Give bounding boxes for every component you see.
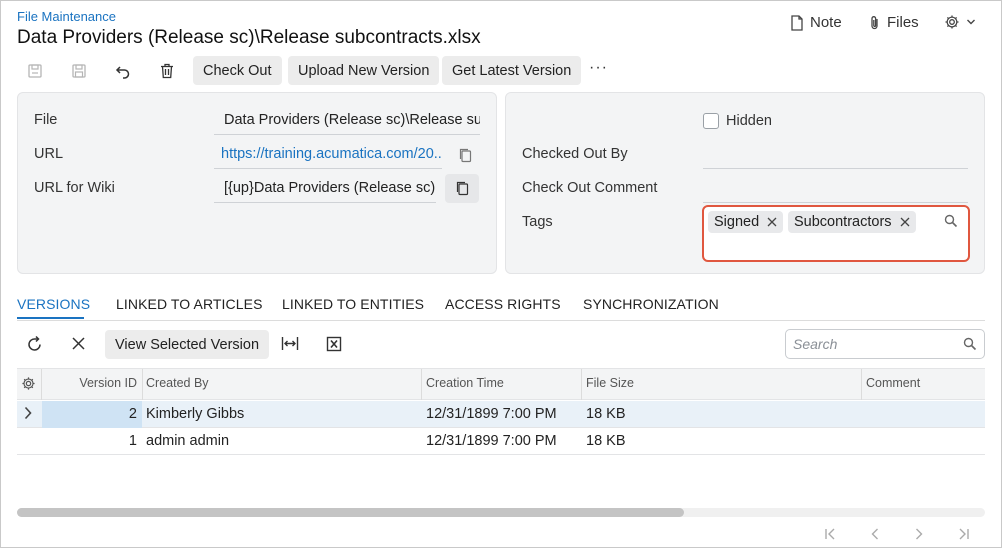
check-out-comment-field[interactable]	[703, 178, 968, 203]
export-excel-button[interactable]	[326, 336, 342, 355]
save-close-button[interactable]	[23, 59, 47, 83]
active-tab-indicator	[17, 317, 84, 319]
url-link[interactable]: https://training.acumatica.com/20...	[214, 144, 442, 169]
refresh-icon	[28, 335, 41, 351]
save-close-icon	[28, 64, 42, 78]
url-label: URL	[34, 146, 64, 162]
checked-out-by-field	[703, 144, 968, 169]
column-header-file-size[interactable]: File Size	[586, 376, 634, 390]
files-label: Files	[887, 14, 919, 31]
column-separator	[41, 369, 42, 400]
chevron-left-icon	[871, 528, 878, 540]
search-icon	[963, 337, 977, 351]
grid-search-button[interactable]	[963, 337, 977, 354]
creation-time-cell[interactable]: 12/31/1899 7:00 PM	[426, 406, 557, 422]
column-header-version-id[interactable]: Version ID	[46, 376, 137, 390]
column-separator	[142, 369, 143, 400]
chevron-down-icon	[967, 19, 975, 25]
search-icon	[944, 214, 958, 228]
scrollbar-thumb[interactable]	[17, 508, 684, 517]
first-page-icon	[825, 528, 835, 540]
creation-time-cell[interactable]: 12/31/1899 7:00 PM	[426, 433, 557, 449]
column-separator	[861, 369, 862, 400]
last-page-icon	[959, 528, 969, 540]
note-label: Note	[810, 14, 842, 31]
version-id-cell[interactable]: 1	[46, 433, 137, 449]
row-expand-button[interactable]	[23, 406, 33, 423]
close-icon	[72, 337, 85, 350]
save-icon	[72, 64, 86, 78]
column-header-comment[interactable]: Comment	[866, 376, 920, 390]
get-latest-version-button[interactable]: Get Latest Version	[442, 56, 582, 85]
trash-icon	[161, 63, 173, 79]
tab-linked-to-articles[interactable]: LINKED TO ARTICLES	[116, 296, 263, 312]
file-size-cell[interactable]: 18 KB	[586, 433, 626, 449]
tag-chip: Signed	[708, 211, 784, 233]
column-settings-button[interactable]	[21, 376, 36, 394]
more-actions-button[interactable]: ···	[589, 59, 608, 77]
checked-out-by-label: Checked Out By	[522, 146, 628, 162]
tab-synchronization[interactable]: SYNCHRONIZATION	[583, 296, 719, 312]
tags-search-button[interactable]	[944, 214, 958, 231]
files-button[interactable]: Files	[869, 14, 919, 31]
file-label: File	[34, 112, 58, 128]
delete-button[interactable]	[155, 59, 179, 83]
url-for-wiki-field[interactable]: [{up}Data Providers (Release sc)	[214, 178, 436, 203]
save-button[interactable]	[67, 59, 91, 83]
file-field[interactable]: Data Providers (Release sc)\Release sul	[214, 110, 480, 135]
column-separator	[421, 369, 422, 400]
tag-label: Subcontractors	[794, 214, 892, 230]
last-page-button[interactable]	[952, 523, 974, 545]
check-out-comment-label: Check Out Comment	[522, 180, 658, 196]
fit-width-icon	[281, 337, 299, 350]
tab-access-rights[interactable]: ACCESS RIGHTS	[445, 296, 561, 312]
page-title: Data Providers (Release sc)\Release subc…	[17, 27, 481, 48]
undo-icon	[115, 66, 129, 79]
refresh-button[interactable]	[26, 335, 44, 356]
hidden-checkbox[interactable]	[703, 113, 719, 129]
chevron-right-icon	[24, 406, 32, 420]
previous-page-button[interactable]	[864, 523, 886, 545]
upload-new-version-button[interactable]: Upload New Version	[288, 56, 440, 85]
file-size-cell[interactable]: 18 KB	[586, 406, 626, 422]
column-separator	[581, 369, 582, 400]
first-page-button[interactable]	[820, 523, 842, 545]
fit-columns-button[interactable]	[281, 336, 299, 354]
tag-chip: Subcontractors	[788, 211, 916, 233]
column-header-creation-time[interactable]: Creation Time	[426, 376, 504, 390]
version-id-cell[interactable]: 2	[46, 406, 137, 422]
tab-linked-to-entities[interactable]: LINKED TO ENTITIES	[282, 296, 424, 312]
tabs-divider	[17, 320, 985, 321]
created-by-cell[interactable]: Kimberly Gibbs	[146, 406, 244, 422]
gear-icon	[22, 377, 35, 390]
tag-label: Signed	[714, 214, 760, 230]
tags-label: Tags	[522, 214, 553, 230]
note-button[interactable]: Note	[790, 14, 842, 31]
column-header-created-by[interactable]: Created By	[146, 376, 209, 390]
delete-row-button[interactable]	[71, 336, 86, 354]
copy-wiki-button[interactable]	[445, 174, 479, 203]
settings-menu-button[interactable]	[944, 14, 976, 30]
url-for-wiki-label: URL for Wiki	[34, 180, 115, 196]
breadcrumb[interactable]: File Maintenance	[17, 9, 116, 24]
gear-icon	[945, 15, 959, 29]
remove-tag-icon[interactable]	[900, 217, 910, 227]
check-out-button[interactable]: Check Out	[193, 56, 282, 85]
excel-icon	[326, 336, 342, 352]
next-page-button[interactable]	[908, 523, 930, 545]
remove-tag-icon[interactable]	[767, 217, 777, 227]
undo-button[interactable]	[111, 59, 135, 83]
tab-versions[interactable]: VERSIONS	[17, 296, 90, 312]
paperclip-icon	[871, 15, 878, 29]
view-selected-version-button[interactable]: View Selected Version	[105, 330, 270, 359]
chevron-right-icon	[916, 528, 923, 540]
hidden-label: Hidden	[726, 113, 772, 129]
copy-url-button[interactable]	[455, 145, 475, 165]
note-icon	[791, 14, 803, 31]
created-by-cell[interactable]: admin admin	[146, 433, 229, 449]
copy-icon	[459, 148, 471, 162]
copy-icon	[456, 181, 468, 196]
search-placeholder: Search	[793, 336, 838, 352]
